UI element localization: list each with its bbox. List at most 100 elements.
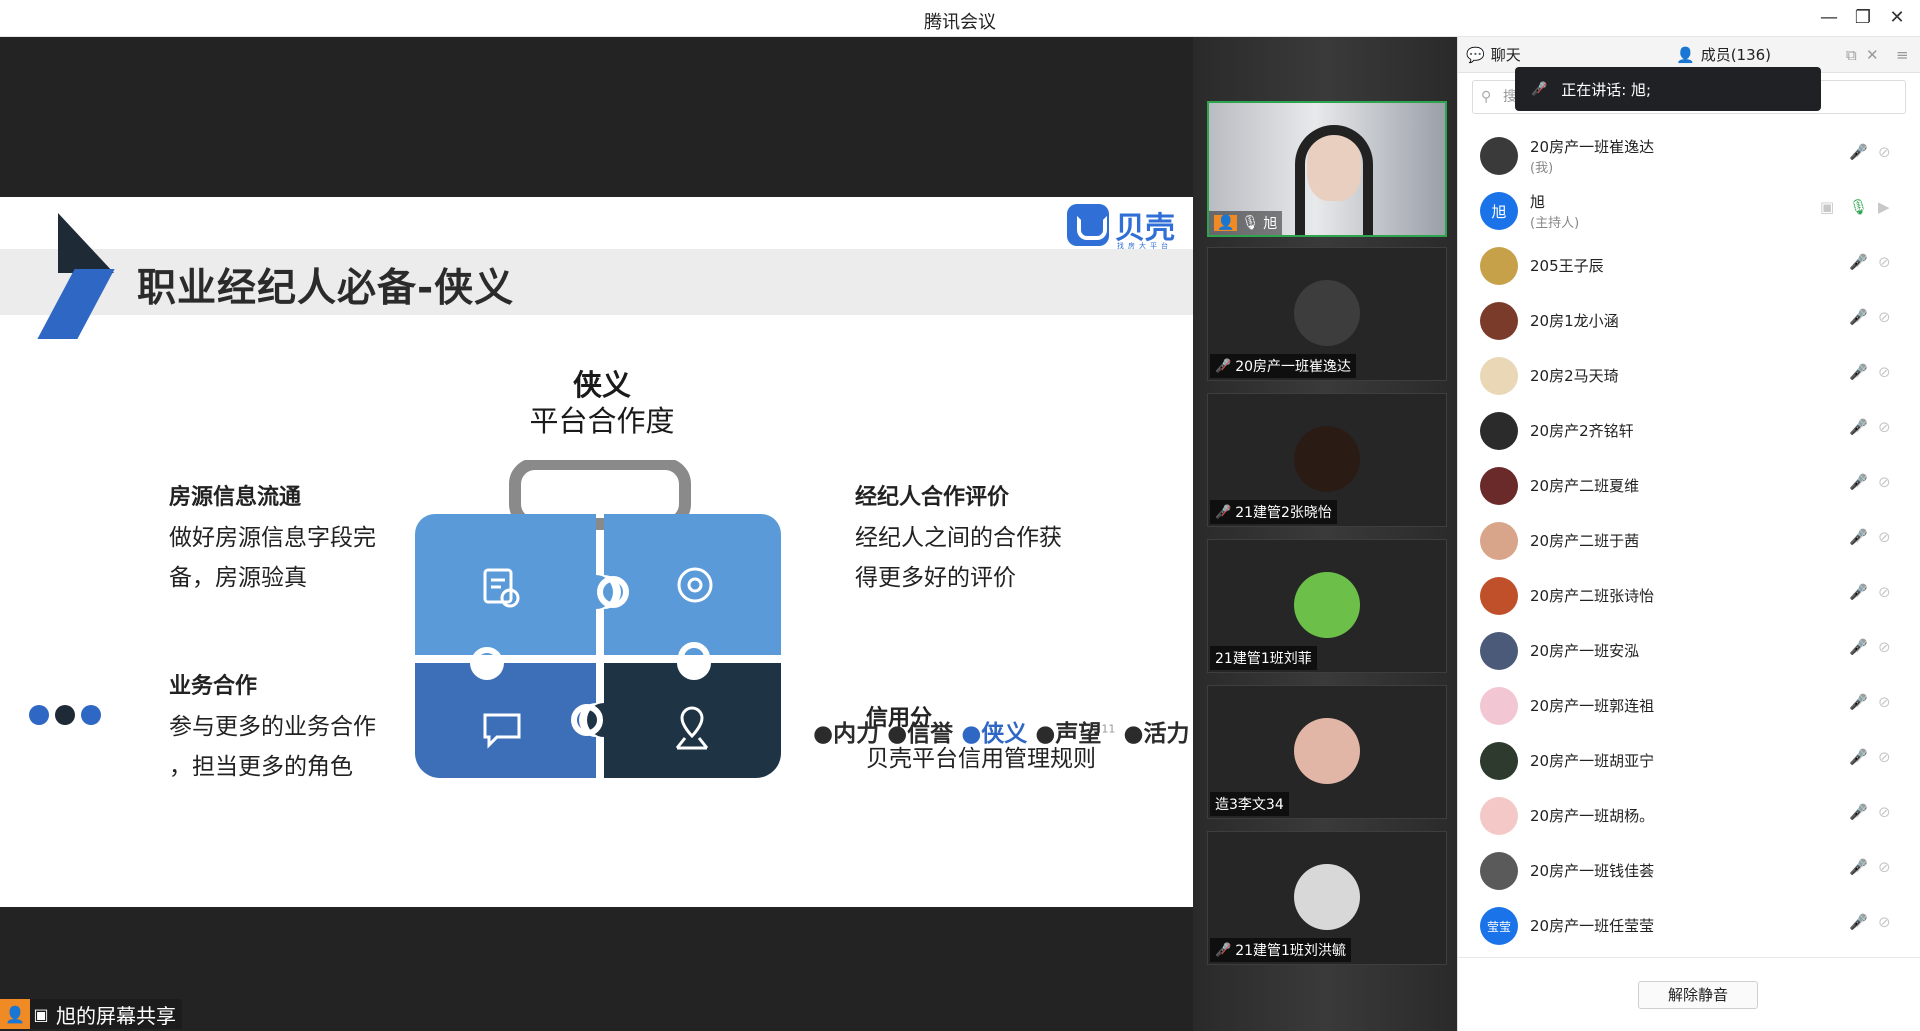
camera-on-icon[interactable]: ▶ bbox=[1878, 198, 1890, 216]
puzzle-piece-bottom-right bbox=[587, 663, 781, 778]
member-name: 20房产一班胡亚宁 bbox=[1530, 752, 1655, 770]
video-tile[interactable]: 🎤̸ 21建管1班刘洪毓 bbox=[1207, 831, 1447, 965]
camera-off-icon[interactable]: ⊘ bbox=[1878, 363, 1891, 381]
camera-off-icon[interactable]: ⊘ bbox=[1878, 913, 1891, 931]
member-name: 20房产二班于茜 bbox=[1530, 532, 1640, 550]
avatar bbox=[1480, 302, 1518, 340]
mic-off-icon[interactable]: 🎤̸ bbox=[1849, 858, 1868, 876]
mic-off-icon[interactable]: 🎤̸ bbox=[1849, 913, 1868, 931]
member-row[interactable]: 20房产二班张诗怡 🎤̸ ⊘ bbox=[1458, 567, 1920, 622]
puzzle-briefcase-graphic bbox=[415, 460, 781, 778]
member-name: 20房产一班崔逸达 bbox=[1530, 138, 1655, 156]
member-row[interactable]: 20房产一班钱佳荟 🎤̸ ⊘ bbox=[1458, 842, 1920, 897]
member-row[interactable]: 20房产一班胡杨。 🎤̸ ⊘ bbox=[1458, 787, 1920, 842]
presentation-slide: 职业经纪人必备-侠义 贝壳 找房大平台 侠义 平台合作度 房源信息流通 做好房源… bbox=[0, 197, 1193, 907]
title-bar: 腾讯会议 — ❐ ✕ bbox=[0, 0, 1920, 37]
mic-off-icon[interactable]: 🎤̸ bbox=[1849, 748, 1868, 766]
screen-icon: ▣ bbox=[30, 999, 52, 1029]
popout-icon[interactable]: ⧉ bbox=[1846, 37, 1857, 73]
mic-on-icon: 🎙 bbox=[1241, 215, 1260, 231]
tile-name-tag: 造3李文34 bbox=[1210, 792, 1289, 816]
avatar bbox=[1480, 742, 1518, 780]
member-row[interactable]: 20房产二班于茜 🎤̸ ⊘ bbox=[1458, 512, 1920, 567]
feature-line: 做好房源信息字段完 bbox=[169, 525, 376, 551]
mic-off-icon[interactable]: 🎤̸ bbox=[1849, 418, 1868, 436]
member-name: 20房产一班郭连祖 bbox=[1530, 697, 1655, 715]
member-row[interactable]: 20房产二班夏维 🎤̸ ⊘ bbox=[1458, 457, 1920, 512]
camera-off-icon[interactable]: ⊘ bbox=[1878, 528, 1891, 546]
page-superscript: 11 bbox=[1101, 722, 1116, 736]
mic-off-icon: 🎤̸ bbox=[1531, 81, 1548, 97]
avatar bbox=[1480, 632, 1518, 670]
member-role: (我) bbox=[1530, 161, 1554, 176]
camera-off-icon[interactable]: ⊘ bbox=[1878, 638, 1891, 656]
member-name: 20房产一班胡杨。 bbox=[1530, 807, 1655, 825]
video-tile[interactable]: 造3李文34 bbox=[1207, 685, 1447, 819]
camera-off-icon[interactable]: ⊘ bbox=[1878, 803, 1891, 821]
mic-off-icon[interactable]: 🎤̸ bbox=[1849, 528, 1868, 546]
restore-button[interactable]: ❐ bbox=[1846, 6, 1880, 30]
member-row[interactable]: 20房产2齐铭轩 🎤̸ ⊘ bbox=[1458, 402, 1920, 457]
mic-off-icon[interactable]: 🎤̸ bbox=[1849, 803, 1868, 821]
mic-off-icon[interactable]: 🎤̸ bbox=[1849, 693, 1868, 711]
avatar bbox=[1480, 687, 1518, 725]
mic-off-icon: 🎤̸ bbox=[1215, 358, 1232, 374]
camera-off-icon[interactable]: ⊘ bbox=[1878, 308, 1891, 326]
camera-off-icon[interactable]: ⊘ bbox=[1878, 143, 1891, 161]
member-row[interactable]: 20房1龙小涵 🎤̸ ⊘ bbox=[1458, 292, 1920, 347]
member-name: 20房产一班安泓 bbox=[1530, 642, 1640, 660]
member-row[interactable]: 20房产一班胡亚宁 🎤̸ ⊘ bbox=[1458, 732, 1920, 787]
member-row[interactable]: 旭旭 (主持人) ▣ 🎙 ▶ bbox=[1458, 182, 1920, 237]
avatar bbox=[1294, 572, 1360, 638]
mic-off-icon[interactable]: 🎤̸ bbox=[1849, 143, 1868, 161]
avatar bbox=[1294, 280, 1360, 346]
share-badge-label: 旭的屏幕共享 bbox=[56, 1003, 176, 1028]
avatar: 旭 bbox=[1480, 192, 1518, 230]
mic-off-icon[interactable]: 🎤̸ bbox=[1849, 638, 1868, 656]
mic-off-icon[interactable]: 🎤̸ bbox=[1849, 308, 1868, 326]
screen-share-icon: ▣ bbox=[1820, 198, 1835, 216]
unmute-button[interactable]: 解除静音 bbox=[1638, 981, 1758, 1009]
camera-off-icon[interactable]: ⊘ bbox=[1878, 253, 1891, 271]
camera-off-icon[interactable]: ⊘ bbox=[1878, 473, 1891, 491]
screen-share-badge[interactable]: 👤 ▣ 旭的屏幕共享 bbox=[0, 999, 182, 1029]
beike-logo-icon bbox=[1067, 204, 1109, 246]
member-row[interactable]: 20房2马天琦 🎤̸ ⊘ bbox=[1458, 347, 1920, 402]
camera-off-icon[interactable]: ⊘ bbox=[1878, 418, 1891, 436]
mic-off-icon[interactable]: 🎤̸ bbox=[1849, 473, 1868, 491]
member-row[interactable]: 20房产一班郭连祖 🎤̸ ⊘ bbox=[1458, 677, 1920, 732]
camera-off-icon[interactable]: ⊘ bbox=[1878, 693, 1891, 711]
center-subtitle: 平台合作度 bbox=[529, 404, 675, 438]
member-role: (主持人) bbox=[1530, 216, 1580, 231]
dot bbox=[81, 705, 101, 725]
chat-icon: 💬 bbox=[1466, 46, 1485, 64]
menu-icon[interactable]: ≡ bbox=[1896, 37, 1909, 73]
mic-off-icon[interactable]: 🎤̸ bbox=[1849, 583, 1868, 601]
avatar: 莹莹 bbox=[1480, 907, 1518, 945]
video-tile[interactable]: 21建管1班刘菲 bbox=[1207, 539, 1447, 673]
camera-off-icon[interactable]: ⊘ bbox=[1878, 858, 1891, 876]
camera-off-icon[interactable]: ⊘ bbox=[1878, 583, 1891, 601]
member-row[interactable]: 20房产一班崔逸达 (我) 🎤̸ ⊘ bbox=[1458, 127, 1920, 182]
mic-on-icon[interactable]: 🎙 bbox=[1849, 198, 1868, 216]
screen-share-area: 职业经纪人必备-侠义 贝壳 找房大平台 侠义 平台合作度 房源信息流通 做好房源… bbox=[0, 37, 1193, 1031]
minimize-button[interactable]: — bbox=[1812, 6, 1846, 30]
camera-off-icon[interactable]: ⊘ bbox=[1878, 748, 1891, 766]
close-button[interactable]: ✕ bbox=[1880, 6, 1914, 30]
footer-nav-item: ●活力 bbox=[1123, 721, 1190, 747]
dot bbox=[55, 705, 75, 725]
tab-chat[interactable]: 💬 聊天 bbox=[1466, 37, 1521, 73]
member-row[interactable]: 20房产一班安泓 🎤̸ ⊘ bbox=[1458, 622, 1920, 677]
tile-name: 21建管2张晓怡 bbox=[1235, 505, 1332, 521]
video-tile-speaker[interactable]: 👤 🎙 旭 bbox=[1207, 101, 1447, 237]
mic-off-icon[interactable]: 🎤̸ bbox=[1849, 253, 1868, 271]
video-tile[interactable]: 🎤̸ 21建管2张晓怡 bbox=[1207, 393, 1447, 527]
tile-name: 造3李文34 bbox=[1215, 797, 1284, 813]
close-panel-icon[interactable]: ✕ bbox=[1866, 37, 1879, 73]
member-row[interactable]: 莹莹 20房产一班任莹莹 🎤̸ ⊘ bbox=[1458, 897, 1920, 952]
mic-off-icon[interactable]: 🎤̸ bbox=[1849, 363, 1868, 381]
footer-nav-item: ●信誉 bbox=[887, 721, 954, 747]
video-tile[interactable]: 🎤̸ 20房产一班崔逸达 bbox=[1207, 247, 1447, 381]
member-row[interactable]: 205王子辰 🎤̸ ⊘ bbox=[1458, 237, 1920, 292]
dot bbox=[29, 705, 49, 725]
